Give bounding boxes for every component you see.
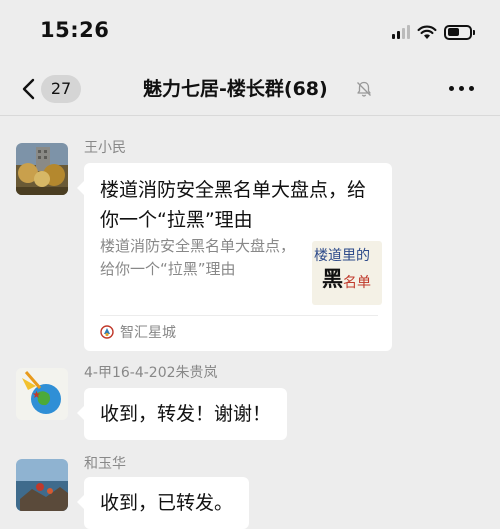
back-chevron-icon[interactable] — [18, 77, 40, 101]
thumbnail-text-main: 黑 — [322, 267, 343, 291]
sender-name: 4-甲16-4-202朱贵岚 — [84, 365, 218, 381]
battery-icon — [444, 24, 475, 40]
cellular-signal-icon — [392, 25, 410, 39]
svg-text:★: ★ — [32, 390, 41, 401]
message-bubble[interactable]: 收到，转发！谢谢！ — [76, 388, 288, 440]
chat-header: 27 魅力七居-楼长群(68) — [0, 62, 500, 116]
thumbnail-text-top: 楼道里的 — [314, 248, 370, 264]
mute-bell-icon — [357, 81, 371, 97]
thumbnail-text-sub: 名单 — [343, 275, 371, 291]
status-icons — [392, 22, 475, 42]
link-card[interactable]: 楼道消防安全黑名单大盘点，给你一个“拉黑”理由 楼道消防安全黑名单大盘点，给你一… — [77, 163, 392, 351]
card-description: 楼道消防安全黑名单大盘点，给你一个“拉黑”理由 — [100, 237, 296, 278]
status-time: 15:26 — [40, 18, 110, 42]
card-title: 楼道消防安全黑名单大盘点，给你一个“拉黑”理由 — [100, 179, 367, 231]
sender-name: 和玉华 — [84, 456, 126, 472]
chat-title[interactable]: 魅力七居-楼长群(68) — [143, 76, 328, 102]
more-options-icon[interactable] — [449, 86, 474, 91]
avatar[interactable] — [16, 459, 68, 511]
card-source: 智汇星城 — [120, 325, 176, 341]
avatar[interactable] — [16, 143, 68, 195]
wifi-icon — [417, 25, 437, 39]
card-thumbnail: 楼道里的 黑 名单 — [312, 241, 382, 305]
sender-name: 王小民 — [84, 140, 126, 156]
message-bubble[interactable]: 收到，已转发。 — [76, 477, 250, 529]
unread-count-badge[interactable]: 27 — [41, 75, 81, 103]
status-bar: 15:26 — [0, 0, 500, 62]
card-divider — [100, 315, 378, 316]
source-logo-icon — [100, 325, 114, 339]
avatar[interactable]: ★ — [16, 368, 68, 420]
